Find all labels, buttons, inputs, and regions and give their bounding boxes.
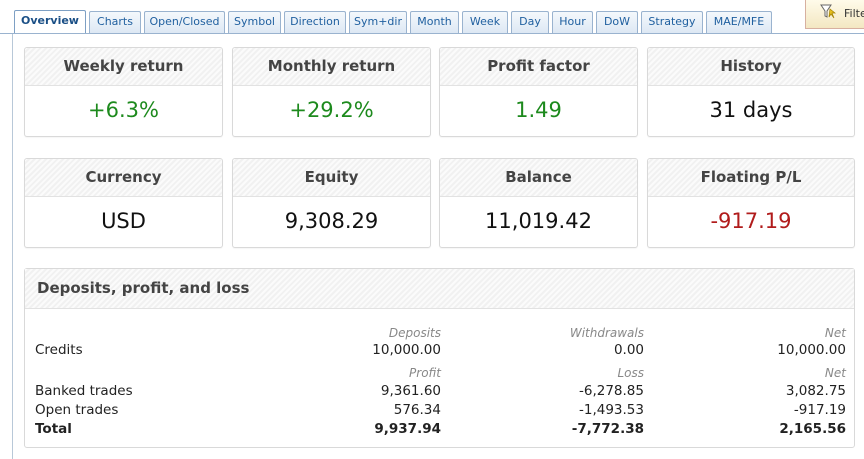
equity-value: 9,308.29 <box>284 209 379 233</box>
balance-title: Balance <box>440 159 637 197</box>
floating-pl-title: Floating P/L <box>648 159 854 197</box>
weekly-return-card: Weekly return +6.3% <box>24 47 223 137</box>
equity-card: Equity 9,308.29 <box>232 158 431 248</box>
currency-title: Currency <box>25 159 222 197</box>
total-profit: 9,937.94 <box>374 421 441 437</box>
filter-funnel-icon <box>820 3 838 23</box>
table-row: Credits 10,000.00 0.00 10,000.00 <box>25 341 856 359</box>
deposits-profit-loss-panel: Deposits, profit, and loss Deposits With… <box>24 268 855 448</box>
open-loss: -1,493.53 <box>579 402 644 418</box>
tab-hour[interactable]: Hour <box>552 11 593 33</box>
table-row: Banked trades 9,361.60 -6,278.85 3,082.7… <box>25 382 856 400</box>
row-label-total: Total <box>35 421 72 437</box>
header-withdrawals: Withdrawals <box>569 326 644 340</box>
tab-day[interactable]: Day <box>511 11 549 33</box>
total-loss: -7,772.38 <box>571 421 644 437</box>
open-net: -917.19 <box>793 402 846 418</box>
profit-factor-value: 1.49 <box>515 98 562 122</box>
currency-card: Currency USD <box>24 158 223 248</box>
tab-bar: Overview Charts Open/Closed Symbol Direc… <box>0 0 864 34</box>
dpl-header-profit: Profit Loss Net <box>25 364 856 382</box>
header-deposits: Deposits <box>388 326 441 340</box>
header-net-2: Net <box>824 366 846 380</box>
credits-withdrawals: 0.00 <box>613 342 644 358</box>
history-title: History <box>648 48 854 86</box>
table-row: Open trades 576.34 -1,493.53 -917.19 <box>25 401 856 419</box>
profit-factor-title: Profit factor <box>440 48 637 86</box>
filter-label: Filte <box>844 7 864 20</box>
row-label-credits: Credits <box>35 342 83 358</box>
credits-deposits: 10,000.00 <box>372 342 441 358</box>
balance-card: Balance 11,019.42 <box>439 158 638 248</box>
history-value: 31 days <box>709 98 793 122</box>
credits-net: 10,000.00 <box>777 342 846 358</box>
tab-strategy[interactable]: Strategy <box>641 11 703 33</box>
open-profit: 576.34 <box>393 402 441 418</box>
header-loss: Loss <box>617 366 644 380</box>
filter-button[interactable]: Filte <box>805 0 864 29</box>
tab-week[interactable]: Week <box>462 11 508 33</box>
currency-value: USD <box>101 209 146 233</box>
dpl-header-deposits: Deposits Withdrawals Net <box>25 324 856 342</box>
row-label-banked: Banked trades <box>35 383 133 399</box>
header-net: Net <box>824 326 846 340</box>
balance-value: 11,019.42 <box>485 209 592 233</box>
row-label-open: Open trades <box>35 402 119 418</box>
history-card: History 31 days <box>647 47 855 137</box>
weekly-return-title: Weekly return <box>25 48 222 86</box>
tab-symbol[interactable]: Symbol <box>228 11 281 33</box>
monthly-return-value: +29.2% <box>289 98 374 122</box>
tab-dow[interactable]: DoW <box>596 11 638 33</box>
tab-direction[interactable]: Direction <box>284 11 346 33</box>
tab-mae-mfe[interactable]: MAE/MFE <box>706 11 772 33</box>
table-row-total: Total 9,937.94 -7,772.38 2,165.56 <box>25 420 856 438</box>
tab-open-closed[interactable]: Open/Closed <box>144 11 225 33</box>
weekly-return-value: +6.3% <box>88 98 159 122</box>
tab-charts[interactable]: Charts <box>89 11 141 33</box>
equity-title: Equity <box>233 159 430 197</box>
banked-profit: 9,361.60 <box>380 383 441 399</box>
monthly-return-title: Monthly return <box>233 48 430 86</box>
floating-pl-card: Floating P/L -917.19 <box>647 158 855 248</box>
tab-overview[interactable]: Overview <box>14 10 86 34</box>
header-profit: Profit <box>409 366 441 380</box>
tab-sym-dir[interactable]: Sym+dir <box>349 11 407 33</box>
total-net: 2,165.56 <box>779 421 846 437</box>
profit-factor-card: Profit factor 1.49 <box>439 47 638 137</box>
banked-loss: -6,278.85 <box>579 383 644 399</box>
dpl-title: Deposits, profit, and loss <box>25 269 854 309</box>
monthly-return-card: Monthly return +29.2% <box>232 47 431 137</box>
tab-month[interactable]: Month <box>410 11 459 33</box>
floating-pl-value: -917.19 <box>710 209 792 233</box>
banked-net: 3,082.75 <box>785 383 846 399</box>
